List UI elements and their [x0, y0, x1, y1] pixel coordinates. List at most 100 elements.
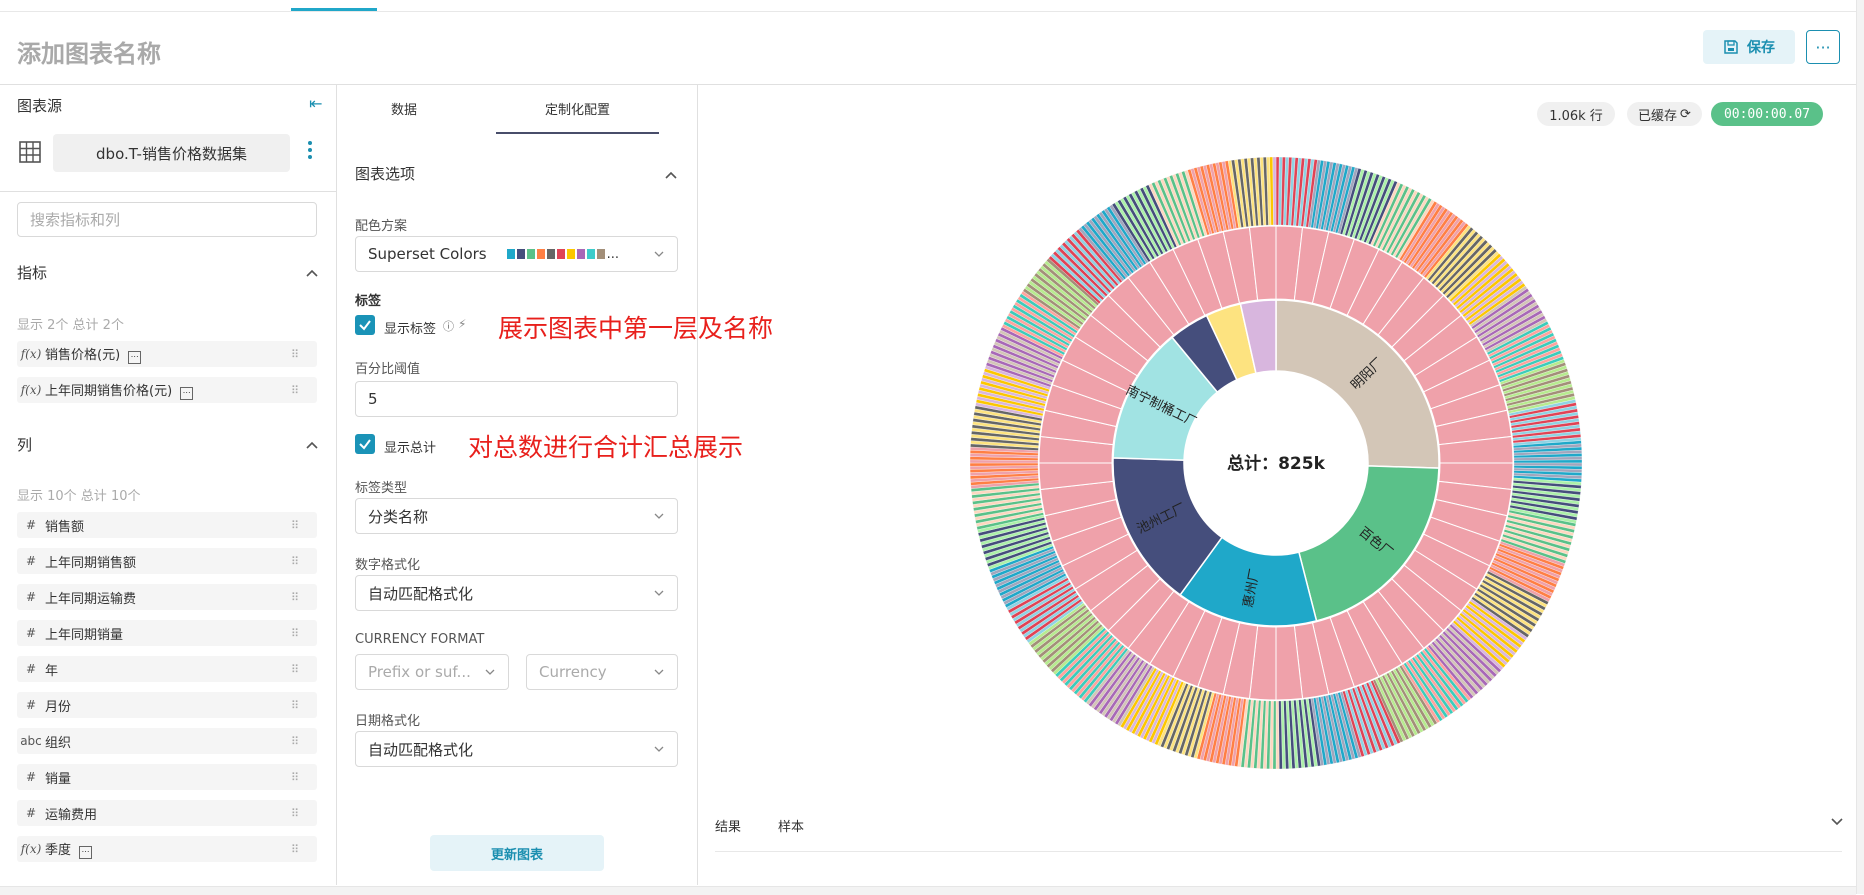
percent-threshold-label: 百分比阈值 — [355, 362, 421, 377]
columns-item[interactable]: abc 组织 ⠿ — [17, 728, 317, 754]
type-icon: # — [25, 554, 37, 568]
sunburst-chart[interactable]: 明阳厂百色厂惠州厂池州工厂南宁制桶工厂总计：825k — [698, 85, 1858, 805]
columns-item[interactable]: # 月份 ⠿ — [17, 692, 317, 718]
chevron-up-icon[interactable] — [304, 437, 320, 453]
type-icon: # — [25, 698, 37, 712]
type-icon: # — [25, 770, 37, 784]
drag-handle-icon[interactable]: ⠿ — [291, 699, 305, 712]
vertical-scrollbar[interactable] — [1856, 0, 1864, 894]
color-swatch — [516, 249, 525, 259]
show-total-checkbox[interactable] — [355, 434, 375, 454]
chart-options-title[interactable]: 图表选项 — [355, 163, 415, 184]
columns-item-label: 运输费用 — [45, 804, 291, 823]
datasource-panel: 图表源 ⇤ dbo.T-销售价格数据集 指标 显示 2个 总计 2个 f(x)销… — [0, 85, 337, 885]
drag-handle-icon[interactable]: ⠿ — [291, 735, 305, 748]
labels-heading: 标签 — [355, 294, 382, 309]
divider — [0, 191, 336, 192]
drag-handle-icon[interactable]: ⠿ — [291, 627, 305, 640]
columns-item[interactable]: f(x) 季度 ⋯ ⠿ — [17, 836, 317, 862]
columns-item-label: 月份 — [45, 696, 291, 715]
label-type-value: 分类名称 — [368, 507, 429, 526]
drag-handle-icon[interactable]: ⠿ — [291, 807, 305, 820]
drag-handle-icon[interactable]: ⠿ — [291, 555, 305, 568]
tab-data[interactable]: 数据 — [337, 85, 471, 132]
outer-ring-segment[interactable] — [1272, 156, 1277, 226]
currency-select[interactable]: Currency — [526, 654, 678, 690]
columns-item[interactable]: # 上年同期销售额 ⠿ — [17, 548, 317, 574]
columns-item[interactable]: # 销售额 ⠿ — [17, 512, 317, 538]
dataset-name-button[interactable]: dbo.T-销售价格数据集 — [53, 134, 290, 172]
type-icon: f(x) — [20, 383, 42, 397]
columns-item-label: 上年同期运输费 — [45, 588, 291, 607]
tab-results[interactable]: 结果 — [715, 816, 741, 835]
drag-handle-icon[interactable]: ⠿ — [291, 519, 305, 532]
type-icon: # — [25, 806, 37, 820]
tab-customize[interactable]: 定制化配置 — [496, 85, 659, 134]
chevron-down-icon — [654, 746, 664, 752]
label-text: 上年同期销量 — [45, 627, 124, 643]
currency-placeholder: Currency — [539, 663, 607, 681]
metrics-section-title[interactable]: 指标 — [17, 262, 47, 283]
chevron-down-icon — [654, 669, 664, 675]
label-type-select[interactable]: 分类名称 — [355, 498, 678, 534]
more-options-button[interactable]: ··· — [1806, 30, 1840, 64]
color-swatches — [506, 249, 605, 259]
outer-ring-segment[interactable] — [1513, 459, 1583, 464]
collapse-panel-icon[interactable]: ⇤ — [309, 94, 322, 113]
color-swatch — [536, 249, 545, 259]
percent-threshold-input[interactable]: 5 — [355, 381, 678, 417]
info-icon[interactable]: ⓘ — [443, 318, 454, 334]
date-format-label: 日期格式化 — [355, 714, 421, 729]
columns-item[interactable]: # 上年同期运输费 ⠿ — [17, 584, 317, 610]
drag-handle-icon[interactable]: ⠿ — [291, 591, 305, 604]
datasource-label: 图表源 — [17, 97, 63, 115]
update-chart-button[interactable]: 更新图表 — [430, 835, 604, 871]
columns-section-title[interactable]: 列 — [17, 434, 32, 455]
search-input[interactable] — [17, 202, 317, 237]
number-format-select[interactable]: 自动匹配格式化 — [355, 575, 678, 611]
date-format-value: 自动匹配格式化 — [368, 740, 474, 759]
outer-ring-segment[interactable] — [969, 462, 1039, 467]
label-text: 销量 — [45, 771, 72, 787]
show-labels-label: 显示标签 — [384, 322, 437, 337]
type-icon: # — [25, 590, 37, 604]
tab-samples[interactable]: 样本 — [778, 816, 804, 835]
label-text: 上年同期销售价格(元) — [45, 384, 173, 399]
type-icon: # — [25, 518, 37, 532]
color-scheme-value: Superset Colors — [368, 245, 487, 263]
drag-handle-icon[interactable]: ⠿ — [291, 348, 305, 361]
columns-item[interactable]: # 销量 ⠿ — [17, 764, 317, 790]
color-scheme-select[interactable]: Superset Colors ... — [355, 236, 678, 272]
config-panel: 数据 定制化配置 图表选项 配色方案 Superset Colors ... 标… — [337, 85, 698, 885]
show-labels-checkbox[interactable] — [355, 315, 375, 335]
chart-area: 1.06k 行 已缓存 ⟳ 00:00:00.07 明阳厂 百色厂 惠州厂 池州工厂南… — [698, 85, 1864, 885]
type-icon: f(x) — [20, 347, 42, 361]
currency-prefix-select[interactable]: Prefix or suf... — [355, 654, 509, 690]
type-icon: abc — [20, 734, 42, 748]
chevron-down-icon[interactable] — [1828, 812, 1846, 830]
metrics-count: 显示 2个 总计 2个 — [17, 318, 124, 333]
drag-handle-icon[interactable]: ⠿ — [291, 843, 305, 856]
chevron-down-icon — [654, 590, 664, 596]
metrics-item[interactable]: f(x) 上年同期销售价格(元) ⋯ ⠿ — [17, 377, 317, 403]
chevron-up-icon[interactable] — [304, 265, 320, 281]
chevron-up-icon[interactable] — [663, 167, 679, 183]
outer-ring-segment[interactable] — [1275, 700, 1280, 770]
type-icon: f(x) — [20, 842, 42, 856]
columns-item[interactable]: # 运输费用 ⠿ — [17, 800, 317, 826]
drag-handle-icon[interactable]: ⠿ — [291, 771, 305, 784]
metrics-item[interactable]: f(x) 销售价格(元) ⋯ ⠿ — [17, 341, 317, 367]
date-format-select[interactable]: 自动匹配格式化 — [355, 731, 678, 767]
drag-handle-icon[interactable]: ⠿ — [291, 384, 305, 397]
color-scheme-label: 配色方案 — [355, 219, 408, 234]
save-button[interactable]: 保存 — [1703, 30, 1795, 64]
drag-handle-icon[interactable]: ⠿ — [291, 663, 305, 676]
label-text: 销售价格(元) — [45, 348, 121, 363]
type-icon: # — [25, 662, 37, 676]
columns-item[interactable]: # 年 ⠿ — [17, 656, 317, 682]
chart-title[interactable]: 添加图表名称 — [17, 34, 161, 69]
columns-item[interactable]: # 上年同期销量 ⠿ — [17, 620, 317, 646]
number-format-value: 自动匹配格式化 — [368, 584, 474, 603]
currency-prefix-placeholder: Prefix or suf... — [368, 663, 471, 681]
dataset-menu-icon[interactable] — [307, 141, 313, 159]
